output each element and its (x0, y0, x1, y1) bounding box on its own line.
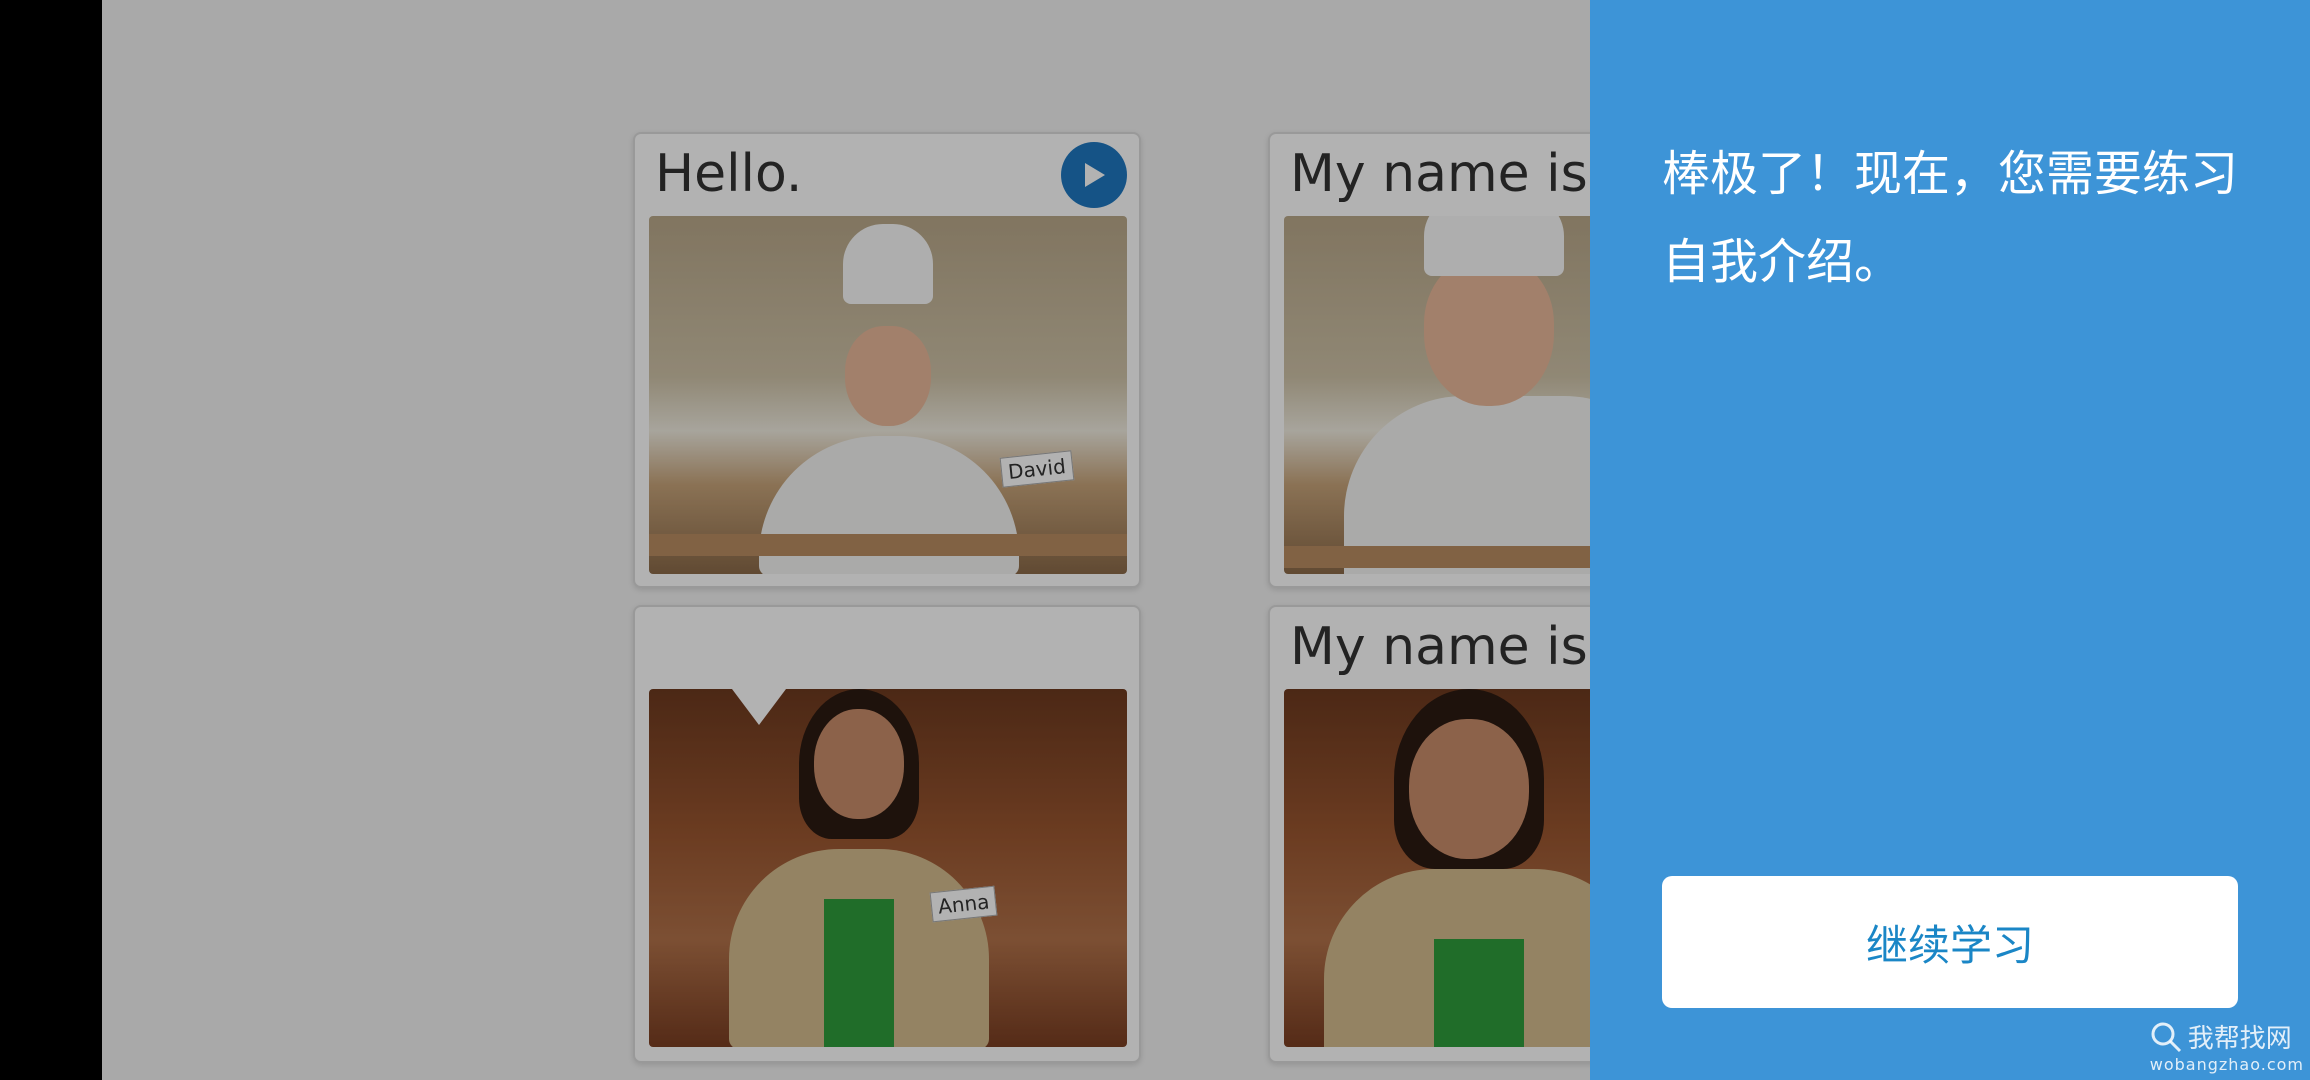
magnifier-icon (2151, 1022, 2181, 1052)
play-audio-button[interactable] (1061, 142, 1127, 208)
feedback-message: 棒极了！现在，您需要练习自我介绍。 (1662, 146, 2239, 290)
watermark-url: wobangzhao.com (2149, 1055, 2304, 1074)
play-icon (1085, 163, 1105, 187)
card-photo-chef: David (649, 216, 1127, 574)
continue-learning-button[interactable]: 继续学习 (1662, 876, 2238, 1008)
card-title: Hello. (655, 144, 803, 204)
lesson-card-hello[interactable]: Hello. David (633, 132, 1141, 588)
card-photo-woman: Anna (649, 689, 1127, 1047)
watermark-text: 我帮找网 (2187, 1024, 2292, 1054)
name-tag: David (999, 450, 1075, 488)
name-tag: Anna (929, 885, 998, 923)
feedback-side-panel: 棒极了！现在，您需要练习自我介绍。 继续学习 (1590, 0, 2310, 1080)
watermark: 我帮找网 wobangzhao.com (2150, 1018, 2304, 1074)
left-black-bar (0, 0, 102, 1080)
lesson-card-anna-hello[interactable]: Anna (633, 605, 1141, 1063)
